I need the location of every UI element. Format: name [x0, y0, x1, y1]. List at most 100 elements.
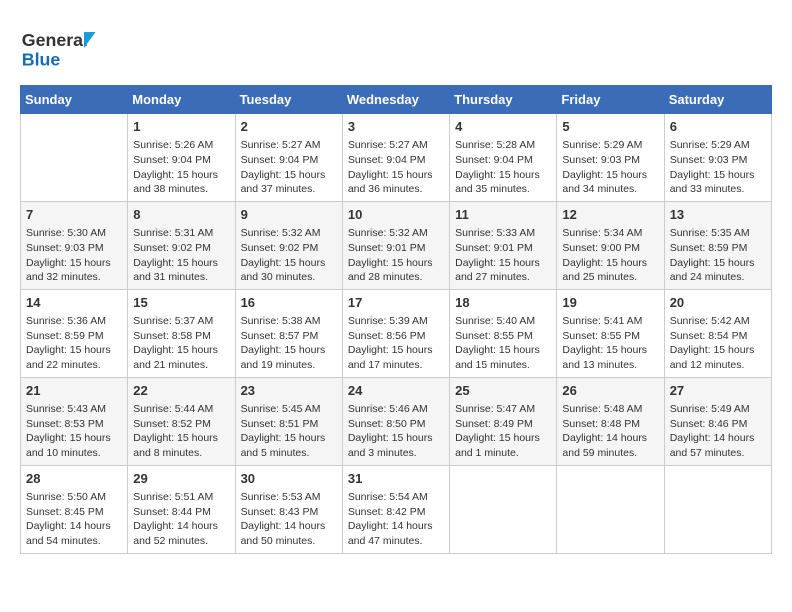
- calendar-cell: 15Sunrise: 5:37 AMSunset: 8:58 PMDayligh…: [128, 289, 235, 377]
- day-info-line: Daylight: 15 hours: [348, 256, 444, 271]
- calendar-cell: 21Sunrise: 5:43 AMSunset: 8:53 PMDayligh…: [21, 377, 128, 465]
- day-info-line: Daylight: 15 hours: [26, 343, 122, 358]
- day-info-line: Sunset: 9:04 PM: [241, 153, 337, 168]
- day-info-line: Sunrise: 5:32 AM: [348, 226, 444, 241]
- day-info-line: and 36 minutes.: [348, 182, 444, 197]
- day-number: 17: [348, 294, 444, 312]
- day-info-line: Daylight: 15 hours: [562, 168, 658, 183]
- day-info-line: Daylight: 15 hours: [241, 431, 337, 446]
- weekday-header-row: SundayMondayTuesdayWednesdayThursdayFrid…: [21, 86, 772, 114]
- day-info-line: Sunrise: 5:33 AM: [455, 226, 551, 241]
- day-info-line: Sunset: 8:55 PM: [562, 329, 658, 344]
- day-info-line: Sunset: 8:49 PM: [455, 417, 551, 432]
- day-info-line: and 35 minutes.: [455, 182, 551, 197]
- day-info-line: Sunset: 8:59 PM: [26, 329, 122, 344]
- day-number: 11: [455, 206, 551, 224]
- day-info-line: Daylight: 15 hours: [348, 431, 444, 446]
- day-number: 24: [348, 382, 444, 400]
- day-number: 16: [241, 294, 337, 312]
- day-info-line: and 17 minutes.: [348, 358, 444, 373]
- day-info-line: Sunrise: 5:48 AM: [562, 402, 658, 417]
- day-info-line: Sunrise: 5:42 AM: [670, 314, 766, 329]
- calendar-cell: 25Sunrise: 5:47 AMSunset: 8:49 PMDayligh…: [450, 377, 557, 465]
- day-number: 31: [348, 470, 444, 488]
- day-info-line: Sunrise: 5:46 AM: [348, 402, 444, 417]
- day-info-line: Sunrise: 5:43 AM: [26, 402, 122, 417]
- day-info-line: and 57 minutes.: [670, 446, 766, 461]
- calendar-cell: 18Sunrise: 5:40 AMSunset: 8:55 PMDayligh…: [450, 289, 557, 377]
- day-info-line: Sunset: 8:58 PM: [133, 329, 229, 344]
- day-number: 27: [670, 382, 766, 400]
- calendar-cell: [450, 465, 557, 553]
- week-row-4: 21Sunrise: 5:43 AMSunset: 8:53 PMDayligh…: [21, 377, 772, 465]
- calendar-cell: 11 Sunrise: 5:33 AMSunset: 9:01 PMDayligh…: [450, 201, 557, 289]
- day-info-line: Sunset: 8:43 PM: [241, 505, 337, 520]
- day-number: 18: [455, 294, 551, 312]
- day-info-line: Daylight: 15 hours: [670, 256, 766, 271]
- day-info-line: Sunrise: 5:29 AM: [562, 138, 658, 153]
- day-info-line: and 15 minutes.: [455, 358, 551, 373]
- day-info-line: Daylight: 15 hours: [455, 256, 551, 271]
- calendar-cell: 9Sunrise: 5:32 AMSunset: 9:02 PMDaylight…: [235, 201, 342, 289]
- calendar-cell: 13Sunrise: 5:35 AMSunset: 8:59 PMDayligh…: [664, 201, 771, 289]
- day-info-line: Sunset: 9:01 PM: [348, 241, 444, 256]
- day-info-line: Sunset: 8:54 PM: [670, 329, 766, 344]
- day-info-line: and 52 minutes.: [133, 534, 229, 549]
- day-info-line: Sunrise: 5:38 AM: [241, 314, 337, 329]
- day-number: 14: [26, 294, 122, 312]
- day-info-line: and 5 minutes.: [241, 446, 337, 461]
- weekday-saturday: Saturday: [664, 86, 771, 114]
- day-info-line: Sunrise: 5:26 AM: [133, 138, 229, 153]
- day-info-line: and 28 minutes.: [348, 270, 444, 285]
- day-info-line: Sunset: 9:03 PM: [26, 241, 122, 256]
- day-number: 9: [241, 206, 337, 224]
- calendar-cell: 31Sunrise: 5:54 AMSunset: 8:42 PMDayligh…: [342, 465, 449, 553]
- day-info-line: Sunrise: 5:54 AM: [348, 490, 444, 505]
- day-info-line: Sunset: 8:45 PM: [26, 505, 122, 520]
- calendar-cell: 8Sunrise: 5:31 AMSunset: 9:02 PMDaylight…: [128, 201, 235, 289]
- day-info-line: Sunset: 9:04 PM: [455, 153, 551, 168]
- calendar-cell: 10Sunrise: 5:32 AMSunset: 9:01 PMDayligh…: [342, 201, 449, 289]
- day-info-line: Sunset: 9:01 PM: [455, 241, 551, 256]
- calendar-cell: 22Sunrise: 5:44 AMSunset: 8:52 PMDayligh…: [128, 377, 235, 465]
- day-info-line: Sunset: 8:57 PM: [241, 329, 337, 344]
- day-info-line: and 33 minutes.: [670, 182, 766, 197]
- svg-text:Blue: Blue: [22, 50, 61, 70]
- day-info-line: Daylight: 15 hours: [670, 343, 766, 358]
- day-info-line: Daylight: 14 hours: [133, 519, 229, 534]
- day-info-line: Daylight: 15 hours: [348, 168, 444, 183]
- day-info-line: Sunset: 8:42 PM: [348, 505, 444, 520]
- day-info-line: Daylight: 15 hours: [133, 168, 229, 183]
- day-info-line: Daylight: 15 hours: [133, 256, 229, 271]
- day-info-line: Daylight: 15 hours: [348, 343, 444, 358]
- day-info-line: Sunrise: 5:49 AM: [670, 402, 766, 417]
- calendar-cell: 7Sunrise: 5:30 AMSunset: 9:03 PMDaylight…: [21, 201, 128, 289]
- calendar-cell: 26Sunrise: 5:48 AMSunset: 8:48 PMDayligh…: [557, 377, 664, 465]
- day-info-line: Sunset: 9:03 PM: [562, 153, 658, 168]
- calendar-cell: 24Sunrise: 5:46 AMSunset: 8:50 PMDayligh…: [342, 377, 449, 465]
- day-info-line: Sunrise: 5:40 AM: [455, 314, 551, 329]
- calendar-cell: 23Sunrise: 5:45 AMSunset: 8:51 PMDayligh…: [235, 377, 342, 465]
- day-info-line: Sunrise: 5:27 AM: [241, 138, 337, 153]
- day-info-line: and 13 minutes.: [562, 358, 658, 373]
- day-info-line: Sunrise: 5:53 AM: [241, 490, 337, 505]
- day-info-line: and 27 minutes.: [455, 270, 551, 285]
- day-info-line: Sunrise: 5:27 AM: [348, 138, 444, 153]
- day-info-line: Daylight: 14 hours: [670, 431, 766, 446]
- day-number: 25: [455, 382, 551, 400]
- day-info-line: Sunset: 8:51 PM: [241, 417, 337, 432]
- day-info-line: Daylight: 15 hours: [241, 343, 337, 358]
- day-info-line: Sunset: 9:00 PM: [562, 241, 658, 256]
- calendar-cell: 19Sunrise: 5:41 AMSunset: 8:55 PMDayligh…: [557, 289, 664, 377]
- calendar-cell: 3Sunrise: 5:27 AMSunset: 9:04 PMDaylight…: [342, 114, 449, 202]
- calendar-cell: 28Sunrise: 5:50 AMSunset: 8:45 PMDayligh…: [21, 465, 128, 553]
- calendar-cell: [21, 114, 128, 202]
- day-info-line: and 21 minutes.: [133, 358, 229, 373]
- day-info-line: Daylight: 15 hours: [133, 431, 229, 446]
- weekday-friday: Friday: [557, 86, 664, 114]
- day-info-line: Sunrise: 5:35 AM: [670, 226, 766, 241]
- calendar-cell: 1Sunrise: 5:26 AMSunset: 9:04 PMDaylight…: [128, 114, 235, 202]
- week-row-1: 1Sunrise: 5:26 AMSunset: 9:04 PMDaylight…: [21, 114, 772, 202]
- day-info-line: and 10 minutes.: [26, 446, 122, 461]
- calendar-cell: 20Sunrise: 5:42 AMSunset: 8:54 PMDayligh…: [664, 289, 771, 377]
